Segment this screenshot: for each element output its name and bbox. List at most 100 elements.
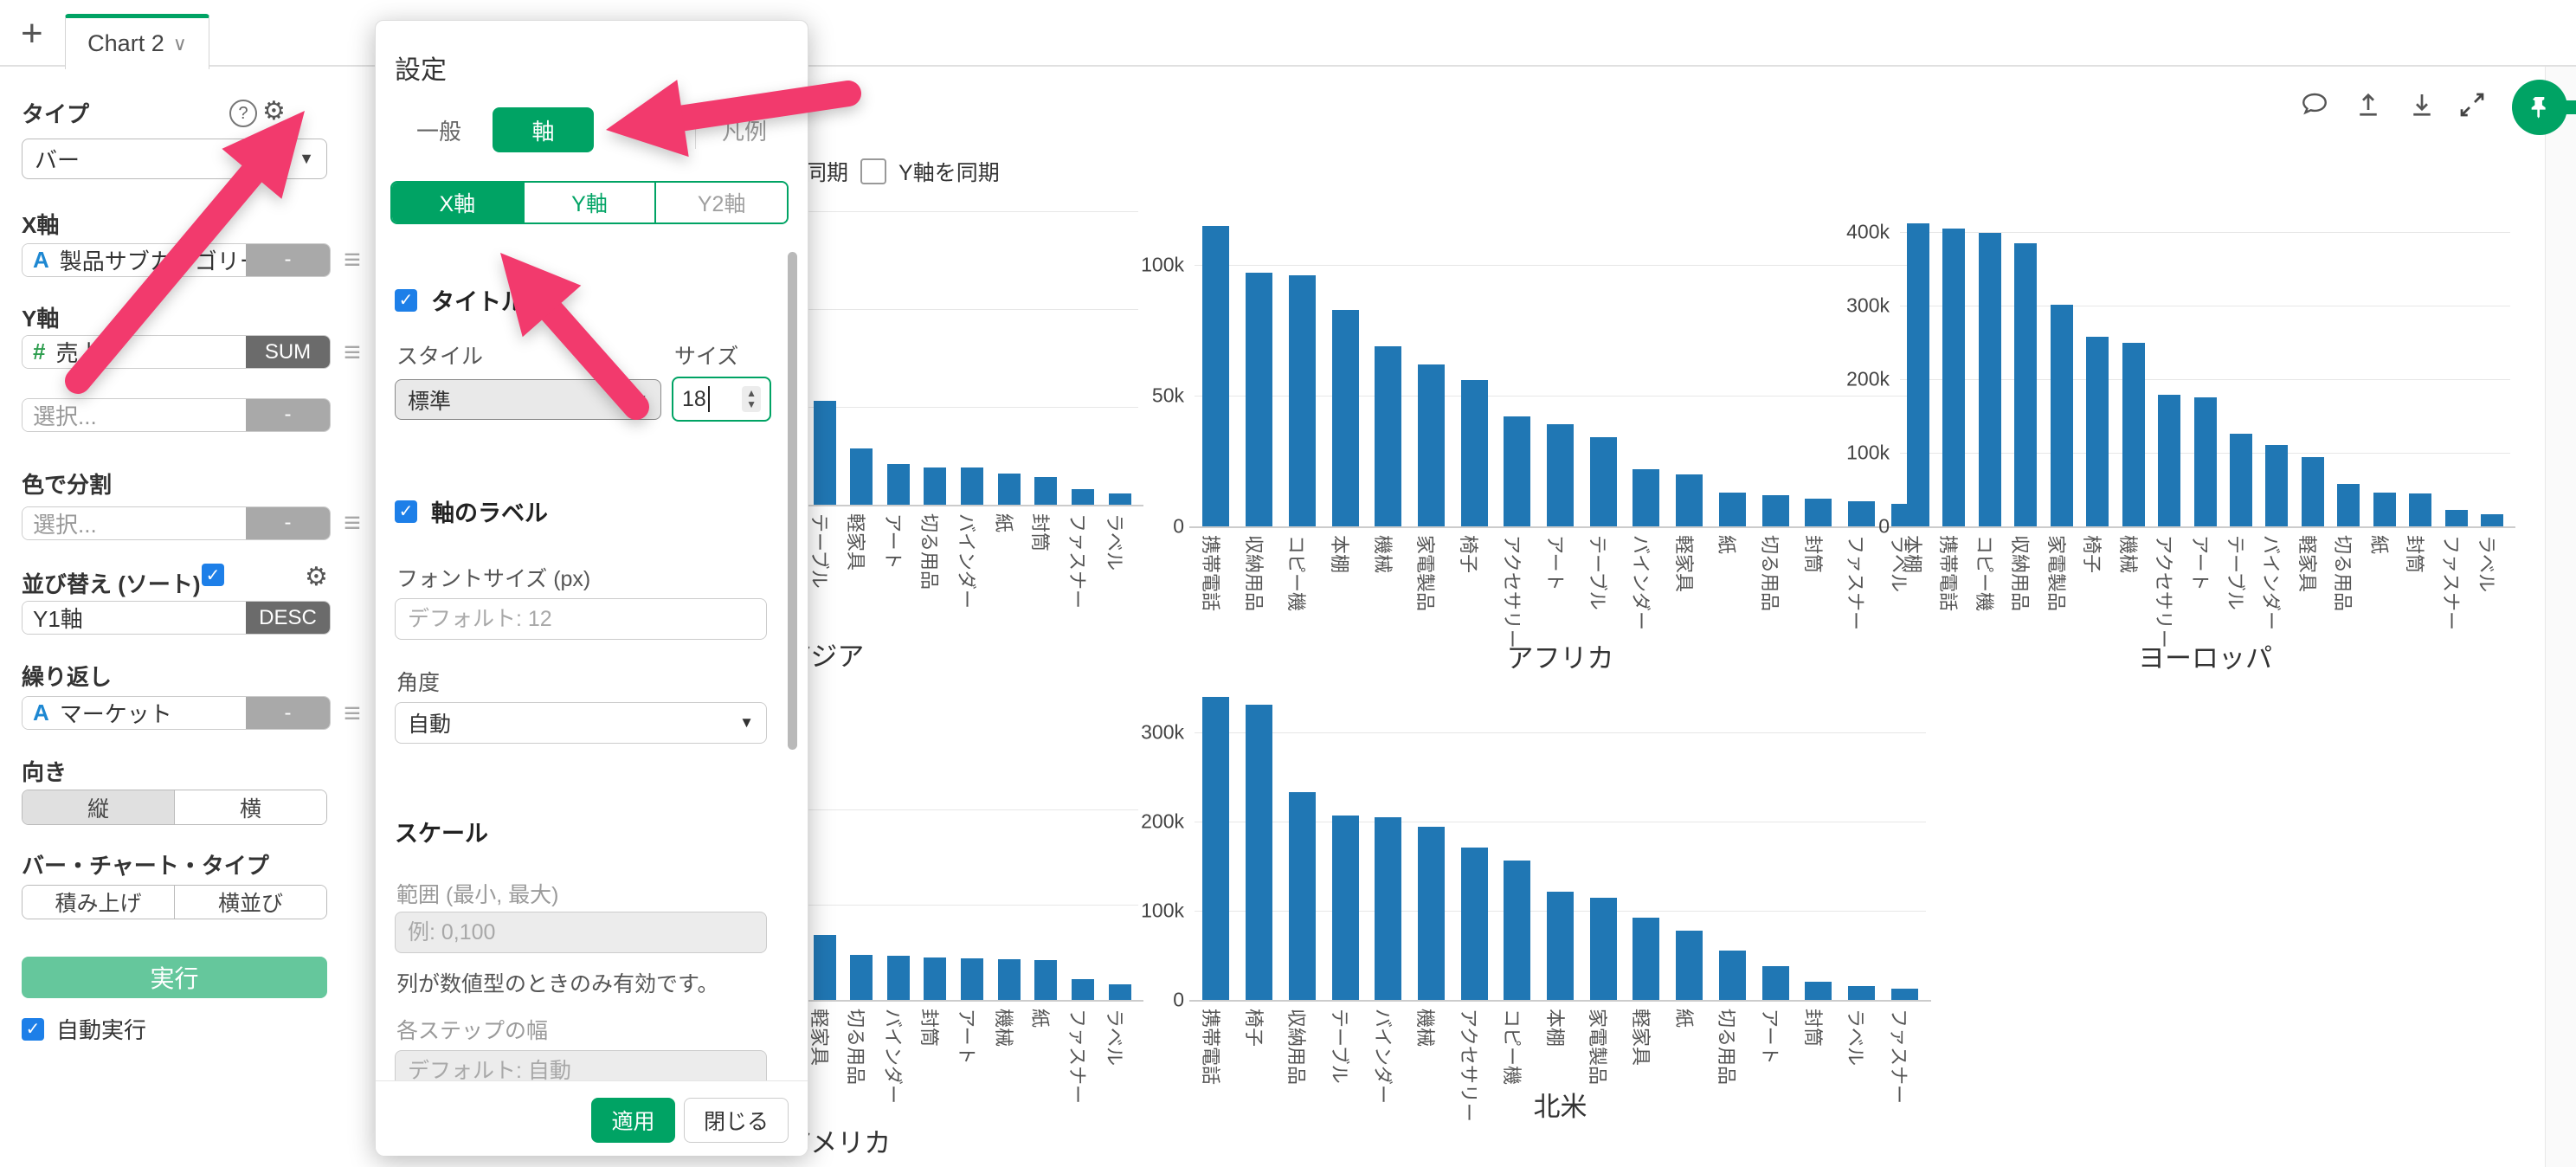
x-axis-field[interactable]: A 製品サブカテゴリー - — [22, 243, 331, 277]
bar[interactable] — [2265, 445, 2288, 526]
bar-type-side-button[interactable]: 横並び — [174, 886, 326, 919]
bar[interactable] — [1072, 979, 1094, 1000]
close-button[interactable]: 閉じる — [684, 1098, 789, 1143]
upload-icon[interactable] — [2353, 89, 2384, 120]
hamburger-menu-icon[interactable]: ≡ — [344, 508, 361, 538]
bar[interactable] — [1719, 493, 1746, 526]
bar[interactable] — [2337, 484, 2360, 526]
bar[interactable] — [1633, 918, 1659, 1000]
bar[interactable] — [887, 956, 910, 1000]
bar[interactable] — [1034, 477, 1057, 505]
bar[interactable] — [961, 958, 983, 1000]
download-icon[interactable] — [2406, 89, 2438, 120]
bar[interactable] — [2481, 514, 2503, 526]
comment-icon[interactable] — [2299, 89, 2330, 120]
color-split-field[interactable]: 選択... - — [22, 506, 331, 540]
bar[interactable] — [2302, 457, 2324, 526]
bar[interactable] — [1547, 424, 1574, 526]
orientation-vertical-button[interactable]: 縦 — [23, 790, 174, 824]
sort-field[interactable]: Y1軸 DESC — [22, 601, 331, 635]
bar[interactable] — [2051, 305, 2073, 526]
axis-labels-checkbox[interactable]: ✓ — [395, 500, 417, 523]
y-sync-checkbox[interactable] — [860, 158, 886, 184]
hamburger-menu-icon[interactable]: ≡ — [344, 699, 361, 728]
help-icon[interactable]: ? — [229, 100, 257, 127]
bar[interactable] — [1762, 966, 1789, 1000]
axis-tab-y[interactable]: Y軸 — [523, 183, 655, 222]
repeat-field[interactable]: A マーケット - — [22, 696, 331, 730]
chart-type-select[interactable]: バー▼ — [22, 139, 327, 179]
axis-tab-y2[interactable]: Y2軸 — [654, 183, 787, 222]
chart-settings-gear-icon[interactable]: ⚙ — [262, 96, 286, 126]
bar[interactable] — [814, 401, 836, 505]
orientation-horizontal-button[interactable]: 横 — [174, 790, 326, 824]
bar[interactable] — [1418, 364, 1445, 526]
bar[interactable] — [2445, 510, 2468, 526]
bar[interactable] — [1332, 310, 1359, 526]
bar[interactable] — [1246, 705, 1272, 1000]
bar[interactable] — [1375, 817, 1401, 1000]
bar-type-stacked-button[interactable]: 積み上げ — [23, 886, 174, 919]
bar[interactable] — [1848, 501, 1875, 526]
bar[interactable] — [2122, 343, 2145, 526]
angle-select[interactable]: 自動▼ — [395, 702, 767, 744]
bar[interactable] — [1109, 984, 1131, 1000]
bar[interactable] — [2086, 337, 2109, 526]
bar[interactable] — [1979, 233, 2001, 526]
bar[interactable] — [1246, 273, 1272, 526]
sort-order-button[interactable]: DESC — [246, 602, 330, 634]
bar[interactable] — [961, 467, 983, 505]
pin-button[interactable] — [2512, 80, 2567, 135]
y-axis-2-agg-button[interactable]: - — [246, 399, 330, 431]
bar[interactable] — [1547, 892, 1574, 1000]
bar[interactable] — [1418, 827, 1445, 1000]
bar[interactable] — [1907, 223, 1929, 526]
bar[interactable] — [1375, 346, 1401, 526]
bar[interactable] — [1805, 982, 1832, 1000]
bar[interactable] — [814, 935, 836, 1000]
bar[interactable] — [1590, 898, 1617, 1000]
bar[interactable] — [850, 448, 873, 506]
bar[interactable] — [1289, 792, 1316, 1000]
bar[interactable] — [1461, 380, 1488, 526]
bar[interactable] — [1942, 229, 1965, 526]
add-chart-button[interactable]: + — [21, 12, 43, 55]
repeat-agg-button[interactable]: - — [246, 697, 330, 729]
bar[interactable] — [2194, 397, 2217, 526]
bar[interactable] — [924, 957, 946, 1001]
hamburger-menu-icon[interactable]: ≡ — [344, 338, 361, 367]
bar[interactable] — [1590, 437, 1617, 526]
y-axis-2-field[interactable]: 選択... - — [22, 398, 331, 432]
bar[interactable] — [1461, 848, 1488, 1000]
bar[interactable] — [924, 467, 946, 505]
bar[interactable] — [1633, 469, 1659, 526]
bar[interactable] — [1676, 931, 1703, 1000]
bar[interactable] — [1289, 275, 1316, 526]
bar[interactable] — [1109, 493, 1131, 506]
bar[interactable] — [2409, 493, 2431, 526]
style-select[interactable]: 標準▼ — [395, 379, 661, 420]
bar[interactable] — [2014, 243, 2037, 526]
dialog-tab-axis[interactable]: 軸 — [493, 107, 594, 152]
bar[interactable] — [2373, 493, 2396, 526]
bar[interactable] — [1504, 861, 1530, 1000]
bar[interactable] — [1676, 474, 1703, 526]
bar[interactable] — [1805, 499, 1832, 526]
hamburger-menu-icon[interactable]: ≡ — [344, 245, 361, 274]
bar[interactable] — [2158, 395, 2180, 526]
sort-settings-gear-icon[interactable]: ⚙ — [305, 562, 328, 592]
sort-checkbox[interactable]: ✓ — [202, 564, 224, 586]
expand-icon[interactable] — [2457, 89, 2488, 120]
bar[interactable] — [998, 959, 1021, 1000]
font-size-input[interactable] — [395, 598, 767, 640]
color-split-agg-button[interactable]: - — [246, 507, 330, 539]
spinner-buttons[interactable]: ▲▼ — [742, 386, 761, 412]
bar[interactable] — [1719, 951, 1746, 1000]
dialog-scrollbar[interactable] — [788, 252, 797, 750]
bar[interactable] — [850, 955, 873, 1000]
bar[interactable] — [1202, 226, 1229, 526]
run-button[interactable]: 実行 — [22, 957, 327, 998]
bar[interactable] — [998, 474, 1021, 505]
bar[interactable] — [1891, 989, 1918, 1000]
bar[interactable] — [1202, 697, 1229, 1000]
